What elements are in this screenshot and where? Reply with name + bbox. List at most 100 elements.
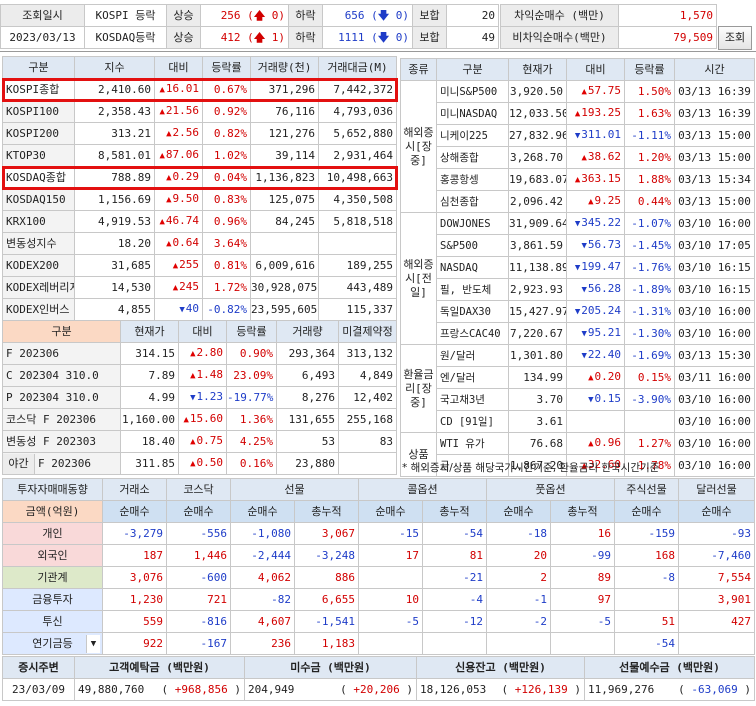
down-count: 1111 (🡇 0) xyxy=(322,26,413,49)
futures-table: 구분 현재가 대비 등락률 거래량 미결제약정 F 202306 314.15 ▲2.80 0.… xyxy=(2,320,397,475)
futures-pct: -19.77% xyxy=(226,386,277,409)
table-row[interactable]: KRX100 4,919.53 ▲46.74 0.96% 84,245 5,818,518 xyxy=(2,210,397,233)
table-row[interactable]: KODEX인버스 4,855 ▼40 -0.82% 23,595,605 115,337 xyxy=(2,298,397,321)
market-change: ▼311.01 xyxy=(566,124,625,147)
triangle-up-icon: ▲ xyxy=(574,175,581,185)
investor-value: -99 xyxy=(550,544,615,567)
table-row[interactable]: 투신 559 -816 4,607 -1,541 -5 -12 -2 -5 51 427 xyxy=(2,610,755,633)
table-row[interactable]: 기관계 3,076 -600 4,062 886 -21 2 89 -8 7,554 xyxy=(2,566,755,589)
funds-value: 204,949 ( +20,206 ) xyxy=(244,678,417,701)
table-row[interactable]: S&P500 3,861.59 ▼56.73 -1.45% 03/10 17:05 xyxy=(401,234,755,257)
table-row[interactable]: KTOP30 8,581.01 ▲87.06 1.02% 39,114 2,931,464 xyxy=(2,144,397,167)
table-row[interactable]: 야간 F 202306 311.85 ▲0.50 0.16% 23,880 xyxy=(2,452,397,475)
market-name: 프랑스CAC40 xyxy=(436,322,509,345)
investor-value xyxy=(550,632,615,655)
table-row[interactable]: KOSPI200 313.21 ▲2.56 0.82% 121,276 5,652,880 xyxy=(2,122,397,145)
futures-change: ▼1.23 xyxy=(178,386,227,409)
table-row[interactable]: NASDAQ 11,138.89 ▼199.47 -1.76% 03/10 16:15 xyxy=(401,256,755,279)
col-header: 선물 xyxy=(230,478,359,501)
index-change: ▲255 xyxy=(154,254,203,277)
table-row[interactable]: KOSDAQ150 1,156.69 ▲9.50 0.83% 125,075 4,350,… xyxy=(2,188,397,211)
index-change: ▲87.06 xyxy=(154,144,203,167)
market-change: ▼56.28 xyxy=(566,278,625,301)
table-row[interactable]: 상해종합 3,268.70 ▲38.62 1.20% 03/13 15:00 xyxy=(401,146,755,169)
table-row[interactable]: CD [91일] 3.61 03/10 16:00 xyxy=(401,410,755,433)
table-row[interactable]: 필, 반도체 2,923.93 ▼56.28 -1.89% 03/10 16:15 xyxy=(401,278,755,301)
table-row[interactable]: 독일DAX30 15,427.97 ▼205.24 -1.31% 03/10 16:00 xyxy=(401,300,755,323)
index-volume: 39,114 xyxy=(250,144,319,167)
table-row[interactable]: 변동성 F 202303 18.40 ▲0.75 4.25% 53 83 xyxy=(2,430,397,453)
table-row[interactable]: 상품 WTI 유가 76.68 ▲0.96 1.27% 03/10 16:00 xyxy=(400,432,755,477)
query-date[interactable]: 2023/03/13 xyxy=(0,26,85,49)
group-label: 환율금리[장중] xyxy=(400,344,437,433)
table-row[interactable]: 환율금리[장중] 원/달러 1,301.80 ▼22.40 -1.69% 03/13 15… xyxy=(400,344,755,433)
table-row[interactable]: P 202304 310.0 4.99 ▼1.23 -19.77% 8,276 12,40… xyxy=(2,386,397,409)
market-pct: 1.20% xyxy=(624,146,675,169)
market-name: KOSPI 등락 xyxy=(84,4,167,27)
arb-value: 1,570 xyxy=(618,4,717,27)
investor-value: 17 xyxy=(358,544,423,567)
index-pct: 3.64% xyxy=(202,232,251,255)
market-change: ▼205.24 xyxy=(566,300,625,323)
market-value: 15,427.97 xyxy=(508,300,567,323)
table-row[interactable]: KOSPI100 2,358.43 ▲21.56 0.92% 76,116 4,793,0… xyxy=(2,100,397,123)
table-row[interactable]: 국고채3년 3.70 ▼0.15 -3.90% 03/10 16:00 xyxy=(401,388,755,411)
funds-amount: 11,969,276 xyxy=(588,682,655,696)
market-pct: -1.69% xyxy=(624,344,675,367)
table-row[interactable]: 미니NASDAQ 12,033.50 ▲193.25 1.63% 03/13 16:39 xyxy=(401,102,755,125)
table-row[interactable]: 홍콩항셍 19,683.07 ▲363.15 1.88% 03/13 15:34 xyxy=(401,168,755,191)
market-change: ▼56.73 xyxy=(566,234,625,257)
market-change: ▲193.25 xyxy=(566,102,625,125)
col-header: 순매수 xyxy=(486,500,551,523)
investor-value: 236 xyxy=(230,632,295,655)
funds-delta: ( +126,139 ) xyxy=(501,682,581,696)
index-change: ▲9.50 xyxy=(154,188,203,211)
table-row[interactable]: KODEX200 31,685 ▲255 0.81% 6,009,616 189,255 xyxy=(2,254,397,277)
col-header: 거래량 xyxy=(276,320,339,343)
market-change: ▲57.75 xyxy=(566,80,625,103)
table-row[interactable]: 해외증시[장중] 미니S&P500 3,920.50 ▲57.75 1.50% 03/13… xyxy=(400,80,755,213)
table-row[interactable]: KOSDAQ종합 788.89 ▲0.29 0.04% 1,136,823 10,498,… xyxy=(1,165,398,190)
futures-open-interest: 4,849 xyxy=(338,364,397,387)
index-name: KTOP30 xyxy=(2,144,75,167)
table-row[interactable]: F 202306 314.15 ▲2.80 0.90% 293,364 313,132 xyxy=(2,342,397,365)
market-value: 3,268.70 xyxy=(508,146,567,169)
investor-value: -2 xyxy=(486,610,551,633)
col-header: 풋옵션 xyxy=(486,478,615,501)
market-funds-table: 증시주변 고객예탁금 (백만원) 미수금 (백만원) 신용잔고 (백만원) 선물예수금 … xyxy=(2,656,755,701)
table-row[interactable]: 심천종합 2,096.42 ▲9.25 0.44% 03/13 15:00 xyxy=(401,190,755,213)
header-row: 증시주변 고객예탁금 (백만원) 미수금 (백만원) 신용잔고 (백만원) 선물예수금 … xyxy=(2,656,755,679)
table-row[interactable]: 코스닥 F 202306 1,160.00 ▲15.60 1.36% 131,655 25… xyxy=(2,408,397,431)
table-row[interactable]: 외국인 187 1,446 -2,444 -3,248 17 81 20 -99 168 -7,46… xyxy=(2,544,755,567)
index-change: ▲46.74 xyxy=(154,210,203,233)
market-pct: -1.31% xyxy=(624,300,675,323)
table-row[interactable]: 엔/달러 134.99 ▲0.20 0.15% 03/11 16:00 xyxy=(401,366,755,389)
market-change: ▼345.22 xyxy=(566,212,625,235)
table-row[interactable]: KOSPI종합 2,410.60 ▲16.01 0.67% 371,296 7,442,3… xyxy=(1,77,398,102)
dropdown-arrow-icon[interactable]: ▼ xyxy=(86,635,100,653)
investor-value: 10 xyxy=(358,588,423,611)
up-count: 256 (🡅 0) xyxy=(200,4,289,27)
query-button[interactable]: 조회 xyxy=(718,26,752,50)
index-amount: 189,255 xyxy=(318,254,397,277)
index-table: 구분 지수 대비 등락률 거래량(천) 거래대금(M) KOSPI종합 2,410.60 ▲1… xyxy=(1,56,398,321)
table-row[interactable]: 개인 -3,279 -556 -1,080 3,067 -15 -54 -18 16 -159 -9… xyxy=(2,522,755,545)
table-row[interactable]: 니케이225 27,832.96 ▼311.01 -1.11% 03/13 15:00 xyxy=(401,124,755,147)
market-name: 미니NASDAQ xyxy=(436,102,509,125)
table-row[interactable]: KODEX레버리지 14,530 ▲245 1.72% 30,928,075 443,48… xyxy=(2,276,397,299)
table-row[interactable]: C 202304 310.0 7.89 ▲1.48 23.09% 6,493 4,849 xyxy=(2,364,397,387)
table-row[interactable]: 연기금등 ▼ 922 -167 236 1,183 -54 xyxy=(2,632,755,655)
investor-value: -600 xyxy=(166,566,231,589)
market-change: ▲0.20 xyxy=(566,366,625,389)
triangle-up-icon: ▲ xyxy=(183,415,189,425)
market-time: 03/13 16:39 xyxy=(674,80,755,103)
futures-value: 7.89 xyxy=(120,364,179,387)
investor-value: -3,279 xyxy=(102,522,167,545)
up-label: 상승 xyxy=(166,4,201,27)
table-row[interactable]: 금융투자 1,230 721 -82 6,655 10 -4 -1 97 3,901 xyxy=(2,588,755,611)
investor-value: 97 xyxy=(550,588,615,611)
table-row[interactable]: 변동성지수 18.20 ▲0.64 3.64% xyxy=(2,232,397,255)
market-value: 19,683.07 xyxy=(508,168,567,191)
table-row[interactable]: 프랑스CAC40 7,220.67 ▼95.21 -1.30% 03/10 16:00 xyxy=(401,322,755,345)
table-row[interactable]: 해외증시[전일] DOWJONES 31,909.64 ▼345.22 -1.07% 03… xyxy=(400,212,755,345)
